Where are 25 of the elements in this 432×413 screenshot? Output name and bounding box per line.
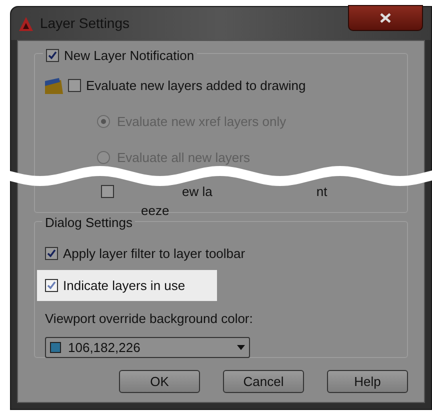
checkbox[interactable] — [46, 49, 59, 62]
checkbox[interactable] — [45, 278, 58, 292]
checkbox[interactable] — [68, 79, 81, 92]
group-label: New Layer Notification — [64, 47, 194, 65]
field-label: Viewport override background color: — [45, 310, 254, 328]
close-icon — [380, 13, 391, 23]
app-logo-icon — [19, 16, 33, 30]
text-fragment: eeze — [141, 202, 170, 220]
checkmark-icon — [48, 51, 57, 60]
dropdown-arrow-icon — [237, 344, 245, 350]
checkmark-icon — [47, 280, 56, 290]
text-fragment: ew la — [182, 182, 212, 200]
checkmark-icon — [47, 249, 56, 258]
checkbox-label: Apply layer filter to layer toolbar — [63, 245, 246, 263]
color-dropdown[interactable]: 106,182,226 — [45, 336, 250, 358]
text-fragment: nt — [316, 182, 328, 200]
dialog-button[interactable]: Help — [327, 370, 408, 393]
dialog-button[interactable]: OK — [119, 370, 200, 393]
checkbox[interactable] — [45, 247, 58, 260]
layer-icon — [45, 78, 63, 94]
checkbox-label: Evaluate new layers added to drawing — [86, 77, 306, 95]
dialog-button[interactable]: Cancel — [223, 370, 304, 393]
checkbox-label: Indicate layers in use — [63, 276, 186, 295]
close-button[interactable] — [348, 5, 423, 31]
checkbox[interactable] — [101, 184, 114, 198]
